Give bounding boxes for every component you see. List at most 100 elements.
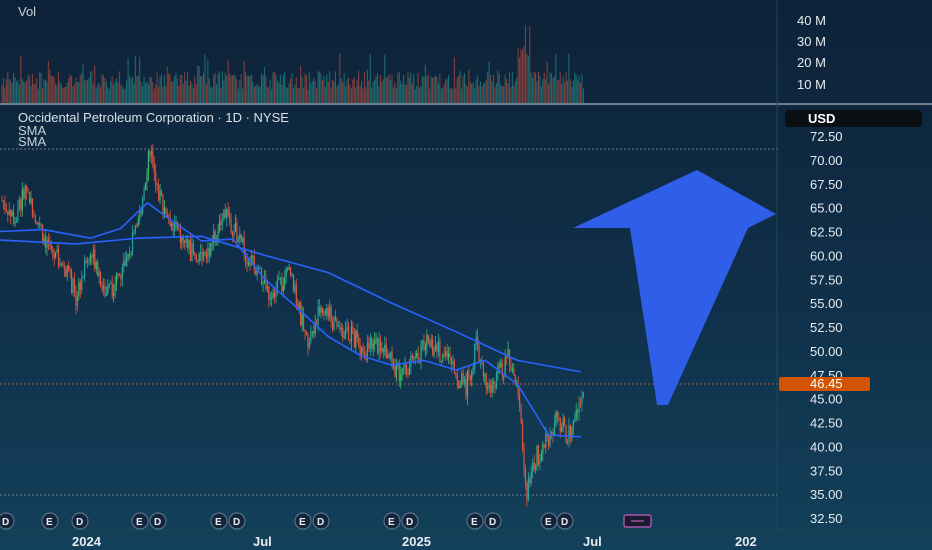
candle-body — [2, 200, 5, 203]
candle-body — [189, 239, 192, 261]
volume-bar — [545, 78, 547, 103]
candle-body — [10, 210, 12, 216]
volume-bar — [131, 76, 133, 103]
candle-body — [352, 326, 354, 335]
volume-bar — [498, 73, 500, 103]
volume-bar — [98, 82, 100, 103]
price-tick: 70.00 — [810, 153, 843, 168]
candle-body — [533, 462, 535, 470]
volume-bar — [506, 79, 508, 103]
volume-bar — [313, 77, 315, 103]
dividend-marker[interactable]: D — [401, 512, 419, 530]
volume-bar — [284, 72, 286, 103]
volume-bar — [94, 65, 96, 103]
volume-bar — [414, 88, 416, 103]
volume-bar — [324, 86, 326, 103]
candle-body — [523, 446, 525, 470]
chart-stage[interactable]: Vol 40 M 30 M 20 M 10 M Occidental Petro… — [0, 0, 932, 550]
volume-bar — [197, 66, 199, 103]
dividend-marker[interactable]: D — [149, 512, 167, 530]
volume-bar — [47, 61, 49, 103]
volume-bar — [76, 81, 78, 103]
candle-body — [504, 357, 506, 376]
price-chart[interactable]: Vol 40 M 30 M 20 M 10 M Occidental Petro… — [0, 0, 932, 550]
volume-bar — [437, 83, 439, 103]
volume-bar — [304, 73, 306, 103]
volume-bar — [295, 77, 297, 103]
volume-bar — [214, 73, 216, 103]
volume-bar — [581, 73, 583, 103]
upcoming-earnings-marker[interactable] — [623, 514, 652, 528]
candle-body — [323, 311, 325, 313]
candle-body — [239, 234, 241, 239]
candle-body — [171, 223, 173, 226]
earnings-marker[interactable]: E — [210, 512, 228, 530]
candle-body — [443, 354, 445, 357]
svg-text:D: D — [76, 517, 83, 528]
candle-body — [255, 270, 257, 276]
candle-body — [581, 396, 583, 404]
volume-bar — [472, 82, 474, 103]
volume-bar — [226, 76, 228, 103]
dividend-marker[interactable]: D — [0, 512, 15, 530]
volume-bar — [107, 87, 109, 103]
volume-bar — [400, 80, 402, 103]
candle-body — [353, 334, 355, 348]
candle-body — [337, 325, 339, 327]
candle-body — [8, 210, 10, 215]
candle-body — [553, 423, 556, 436]
earnings-marker[interactable]: E — [294, 512, 312, 530]
volume-bar — [256, 84, 258, 103]
candle-body — [304, 329, 306, 332]
candle-body — [463, 378, 466, 384]
volume-bar — [123, 88, 125, 103]
dividend-marker[interactable]: D — [484, 512, 502, 530]
dividend-marker[interactable]: D — [312, 512, 330, 530]
volume-bar — [78, 82, 80, 103]
earnings-marker[interactable]: E — [131, 512, 149, 530]
volume-bar — [282, 75, 284, 103]
dividend-marker[interactable]: D — [228, 512, 246, 530]
volume-bar — [108, 88, 110, 103]
dividend-marker[interactable]: D — [556, 512, 574, 530]
currency-button[interactable] — [785, 110, 922, 127]
volume-bar — [326, 74, 328, 103]
candle-body — [105, 293, 107, 296]
candle-body — [129, 253, 131, 255]
candle-body — [379, 338, 382, 352]
candle-body — [95, 261, 97, 269]
candle-body — [123, 260, 125, 267]
volume-bar — [20, 55, 22, 103]
volume-bar — [537, 71, 539, 103]
volume-bar — [250, 74, 252, 103]
volume-bar — [13, 73, 15, 103]
dividend-marker[interactable]: D — [71, 512, 89, 530]
earnings-marker[interactable]: E — [41, 512, 59, 530]
sma-legend-2[interactable]: SMA — [18, 134, 47, 149]
chart-title: Occidental Petroleum Corporation · 1D · … — [18, 110, 289, 125]
volume-bar — [37, 88, 39, 103]
candle-body — [308, 341, 310, 348]
candle-body — [545, 434, 547, 448]
candle-body — [311, 331, 313, 333]
volume-bar — [535, 72, 537, 103]
candle-body — [305, 331, 308, 335]
volume-bar — [378, 85, 380, 103]
candle-body — [114, 283, 116, 293]
volume-bar — [15, 81, 17, 103]
earnings-marker[interactable]: E — [540, 512, 558, 530]
candle-body — [192, 243, 194, 254]
volume-bar — [450, 87, 452, 103]
volume-bar — [475, 79, 477, 103]
candle-body — [143, 189, 145, 199]
volume-bar — [579, 82, 582, 103]
earnings-marker[interactable]: E — [466, 512, 484, 530]
candle-body — [124, 260, 126, 267]
volume-bar — [181, 74, 183, 103]
candle-body — [330, 306, 332, 323]
earnings-marker[interactable]: E — [383, 512, 401, 530]
candle-body — [313, 331, 315, 334]
volume-bar — [172, 81, 174, 103]
candle-body — [130, 253, 132, 255]
price-axis[interactable]: 72.50 70.00 67.50 65.00 62.50 60.00 57.50 55.00… — [810, 129, 843, 526]
